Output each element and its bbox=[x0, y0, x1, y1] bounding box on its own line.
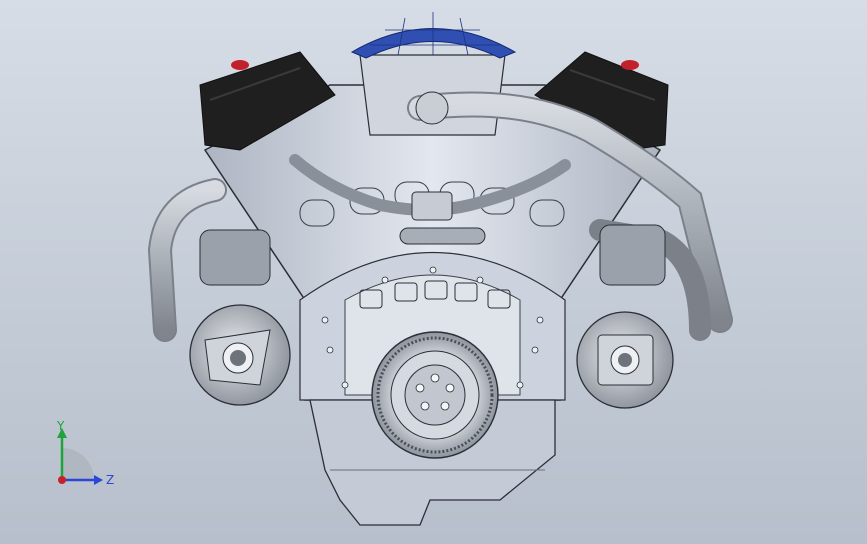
y-axis-label: Y bbox=[56, 419, 65, 433]
right-turbocharger[interactable] bbox=[576, 311, 674, 409]
z-axis-label: Z bbox=[106, 473, 114, 487]
x-axis-origin bbox=[58, 476, 66, 484]
engine-block bbox=[203, 84, 662, 526]
engine-model[interactable] bbox=[0, 0, 867, 544]
flywheel[interactable] bbox=[371, 331, 499, 459]
z-axis-arrow-icon bbox=[94, 475, 103, 485]
triad-plane bbox=[62, 448, 94, 480]
graphics-viewport[interactable]: Y Z bbox=[0, 0, 867, 544]
left-turbocharger[interactable] bbox=[189, 304, 291, 406]
orientation-triad[interactable]: Y Z bbox=[40, 418, 130, 498]
